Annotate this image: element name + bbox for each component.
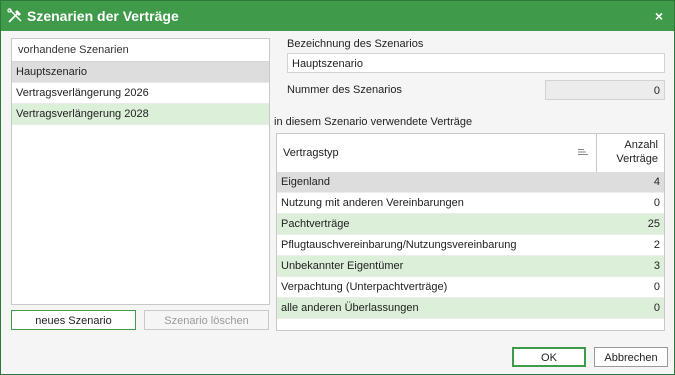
scenario-number-label: Nummer des Szenarios xyxy=(287,84,402,96)
cell-contract-count: 0 xyxy=(653,281,660,293)
new-scenario-button[interactable]: neues Szenario xyxy=(11,310,136,330)
table-row[interactable]: Pachtverträge 25 xyxy=(277,214,664,235)
cell-contract-type: Pachtverträge xyxy=(281,218,350,230)
column-header-type-label: Vertragstyp xyxy=(283,147,339,159)
title-bar[interactable]: Szenarien der Verträge × xyxy=(1,1,674,31)
scenario-name-label: Bezeichnung des Szenarios xyxy=(287,38,424,50)
scenario-number-field: 0 xyxy=(545,80,665,100)
sort-icon[interactable] xyxy=(578,147,588,157)
cell-contract-type: Nutzung mit anderen Vereinbarungen xyxy=(281,197,464,209)
column-header-count-line2: Verträge xyxy=(616,153,658,165)
tools-icon xyxy=(7,8,22,23)
column-header-count[interactable]: Anzahl Verträge xyxy=(597,134,664,172)
cell-contract-count: 3 xyxy=(653,260,660,272)
table-row[interactable]: alle anderen Überlassungen 0 xyxy=(277,298,664,319)
scenario-item[interactable]: Vertragsverlängerung 2026 xyxy=(12,83,269,104)
table-row[interactable]: Unbekannter Eigentümer 3 xyxy=(277,256,664,277)
grid-header: Vertragstyp Anzahl Verträge xyxy=(277,134,664,173)
scenario-item[interactable]: Vertragsverlängerung 2028 xyxy=(12,104,269,125)
close-button[interactable]: × xyxy=(648,5,670,27)
cell-contract-count: 2 xyxy=(653,239,660,251)
window-title: Szenarien der Verträge xyxy=(27,8,179,24)
scenario-name-field[interactable]: Hauptszenario xyxy=(287,53,665,73)
table-row[interactable]: Pflugtauschvereinbarung/Nutzungsvereinba… xyxy=(277,235,664,256)
cell-contract-count: 25 xyxy=(647,218,660,230)
cell-contract-type: Unbekannter Eigentümer xyxy=(281,260,404,272)
column-header-type[interactable]: Vertragstyp xyxy=(277,134,597,172)
column-header-count-line1: Anzahl xyxy=(624,139,658,151)
cell-contract-type: Verpachtung (Unterpachtverträge) xyxy=(281,281,448,293)
cell-contract-count: 0 xyxy=(653,302,660,314)
cancel-button[interactable]: Abbrechen xyxy=(594,347,668,367)
table-row[interactable]: Verpachtung (Unterpachtverträge) 0 xyxy=(277,277,664,298)
cell-contract-type: Eigenland xyxy=(281,176,330,188)
cell-contract-count: 0 xyxy=(653,197,660,209)
delete-scenario-button[interactable]: Szenario löschen xyxy=(144,310,269,330)
contracts-label: in diesem Szenario verwendete Verträge xyxy=(274,116,473,128)
ok-button[interactable]: OK xyxy=(512,347,586,367)
table-row[interactable]: Eigenland 4 xyxy=(277,172,664,193)
contracts-grid: Vertragstyp Anzahl Verträge Eigenland 4 … xyxy=(276,133,665,331)
scenario-list: vorhandene Szenarien Hauptszenario Vertr… xyxy=(11,38,270,305)
cell-contract-type: alle anderen Überlassungen xyxy=(281,302,419,314)
cell-contract-type: Pflugtauschvereinbarung/Nutzungsvereinba… xyxy=(281,239,517,251)
table-row[interactable]: Nutzung mit anderen Vereinbarungen 0 xyxy=(277,193,664,214)
scenario-list-header: vorhandene Szenarien xyxy=(12,39,269,62)
grid-body: Eigenland 4 Nutzung mit anderen Vereinba… xyxy=(277,172,664,319)
scenario-dialog: Szenarien der Verträge × vorhandene Szen… xyxy=(0,0,675,375)
cell-contract-count: 4 xyxy=(653,176,660,188)
scenario-item[interactable]: Hauptszenario xyxy=(12,62,269,83)
